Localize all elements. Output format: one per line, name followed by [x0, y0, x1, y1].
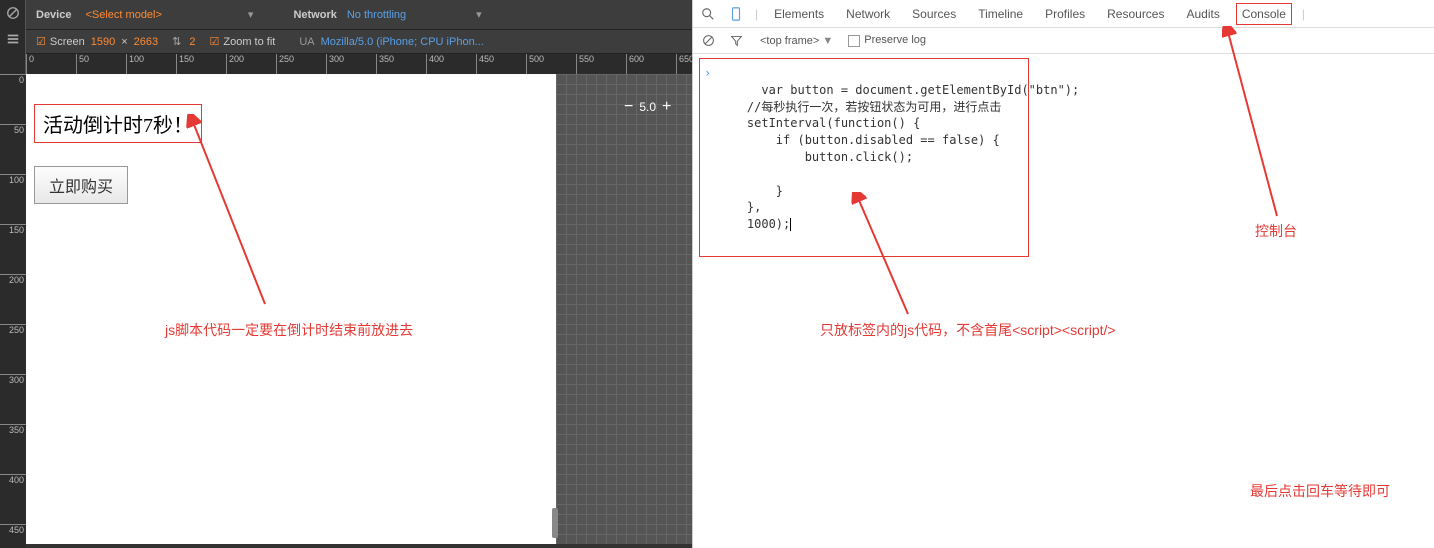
countdown-text: 活动倒计时7秒！	[34, 104, 202, 143]
ruler-tick: 50	[0, 124, 26, 135]
ruler-tick: 200	[226, 54, 244, 74]
ruler-tick: 0	[26, 54, 34, 74]
ruler-tick: 50	[76, 54, 89, 74]
devtools-tab-audits[interactable]: Audits	[1180, 3, 1225, 25]
device-toggle-icon[interactable]	[727, 5, 745, 23]
zoom-controls: − 5.0 +	[624, 98, 671, 116]
device-toolbar-row2: ☑ Screen 1590 × 2663 ⇅ 2 ☑ Zoom to fit U…	[26, 30, 692, 54]
zoom-to-fit-label[interactable]: Zoom to fit	[223, 36, 275, 48]
ruler-tick: 500	[526, 54, 544, 74]
separator: |	[755, 7, 758, 21]
no-entry-icon[interactable]	[0, 0, 26, 26]
ruler-tick: 600	[626, 54, 644, 74]
viewport-canvas: 活动倒计时7秒！ 立即购买	[26, 74, 556, 544]
ruler-tick: 550	[576, 54, 594, 74]
annotation-text-1: js脚本代码一定要在倒计时结束前放进去	[165, 320, 413, 340]
ruler-tick: 450	[0, 524, 26, 535]
ruler-tick: 250	[0, 324, 26, 335]
clear-console-icon[interactable]	[699, 32, 717, 50]
zoom-in-button[interactable]: +	[662, 98, 671, 116]
ruler-tick: 400	[426, 54, 444, 74]
ruler-tick: 100	[0, 174, 26, 185]
ruler-tick: 350	[376, 54, 394, 74]
separator: |	[1302, 7, 1305, 21]
frame-select[interactable]: <top frame> ▼	[755, 33, 838, 49]
checkbox-icon[interactable]: ☑	[209, 35, 219, 48]
annotation-arrow-2	[850, 192, 920, 322]
panel-resize-handle[interactable]	[552, 508, 558, 538]
devtools-tab-elements[interactable]: Elements	[768, 3, 830, 25]
devtools-tabbar: | Elements Network Sources Timeline Profiles…	[693, 0, 1434, 28]
annotation-text-2: 只放标签内的js代码，不含首尾<script><script/>	[820, 320, 1116, 340]
annotation-arrow-3	[1222, 26, 1292, 221]
ruler-horizontal: 0 50 100 150 200 250 300 350 400 450 500 550 600 650	[26, 54, 692, 74]
dropdown-arrow-icon[interactable]: ▾	[476, 8, 482, 21]
ruler-tick: 300	[0, 374, 26, 385]
devtools-tab-profiles[interactable]: Profiles	[1039, 3, 1091, 25]
swap-icon[interactable]: ⇅	[172, 35, 181, 48]
console-area[interactable]: ›var button = document.getElementById("b…	[693, 54, 1434, 261]
ruler-tick: 350	[0, 424, 26, 435]
console-toolbar: <top frame> ▼ Preserve log	[693, 28, 1434, 54]
dimension-x: ×	[121, 36, 127, 48]
ruler-tick: 450	[476, 54, 494, 74]
zoom-value: 5.0	[639, 100, 656, 114]
screen-height-value[interactable]: 2663	[134, 36, 158, 48]
text-cursor	[790, 218, 791, 231]
screen-label: Screen	[50, 36, 85, 48]
device-mode-panel: Device <Select model> ▾ Network No throt…	[0, 0, 692, 548]
devtools-tab-sources[interactable]: Sources	[906, 3, 962, 25]
ruler-tick: 150	[0, 224, 26, 235]
ruler-tick: 200	[0, 274, 26, 285]
device-model-select[interactable]: <Select model>	[79, 7, 167, 23]
ruler-tick: 300	[326, 54, 344, 74]
ruler-tick: 250	[276, 54, 294, 74]
checkbox-icon[interactable]: ☑	[36, 35, 46, 48]
ruler-tick: 400	[0, 474, 26, 485]
annotation-text-3: 控制台	[1255, 221, 1297, 241]
devtools-tab-console[interactable]: Console	[1236, 3, 1292, 25]
ua-label: UA	[299, 36, 314, 48]
devtools-tab-timeline[interactable]: Timeline	[972, 3, 1029, 25]
devtools-panel: | Elements Network Sources Timeline Profiles…	[692, 0, 1434, 548]
ruler-tick: 650	[676, 54, 692, 74]
devtools-tab-resources[interactable]: Resources	[1101, 3, 1170, 25]
annotation-text-4: 最后点击回车等待即可	[1250, 481, 1390, 501]
ruler-tick: 150	[176, 54, 194, 74]
prompt-caret-icon: ›	[704, 65, 711, 82]
buy-now-button[interactable]: 立即购买	[34, 166, 128, 204]
ruler-tick: 100	[126, 54, 144, 74]
ua-value[interactable]: Mozilla/5.0 (iPhone; CPU iPhon...	[321, 36, 484, 48]
viewport-overflow-grid: − 5.0 +	[556, 74, 692, 544]
filter-icon[interactable]	[727, 32, 745, 50]
devtools-tab-network[interactable]: Network	[840, 3, 896, 25]
list-icon[interactable]	[0, 26, 26, 52]
network-label: Network	[293, 9, 336, 21]
zoom-out-button[interactable]: −	[624, 98, 633, 116]
device-label: Device	[36, 9, 71, 21]
dpr-value[interactable]: 2	[189, 36, 195, 48]
preserve-log-checkbox[interactable]: Preserve log	[848, 34, 926, 46]
ruler-tick: 0	[0, 74, 26, 85]
ruler-vertical: 0 50 100 150 200 250 300 350 400 450	[0, 74, 26, 548]
screen-width-value[interactable]: 1590	[91, 36, 115, 48]
network-throttling-select[interactable]: No throttling	[347, 9, 406, 21]
device-toolbar-row1: Device <Select model> ▾ Network No throt…	[26, 0, 692, 30]
dropdown-arrow-icon[interactable]: ▾	[248, 8, 254, 21]
annotation-arrow-1	[185, 114, 275, 314]
search-icon[interactable]	[699, 5, 717, 23]
